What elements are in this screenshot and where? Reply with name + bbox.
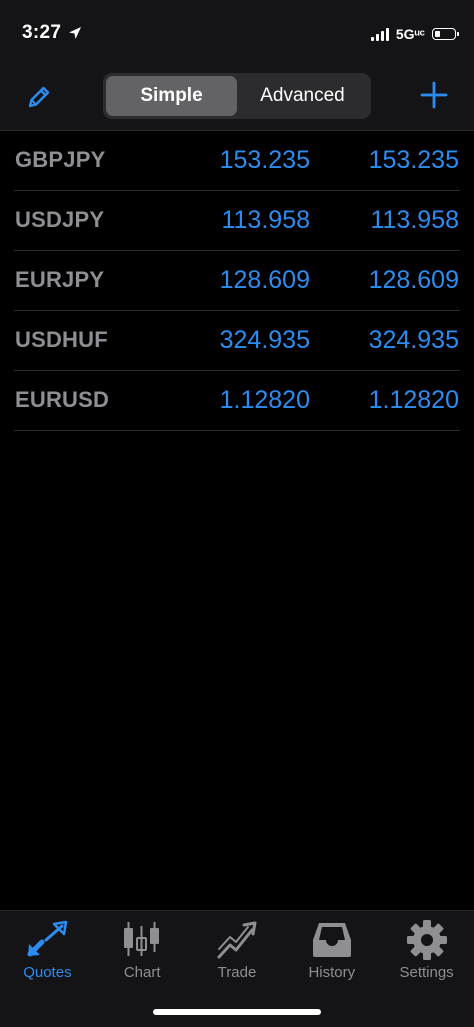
home-indicator bbox=[153, 1009, 321, 1015]
edit-button[interactable] bbox=[22, 80, 56, 114]
tab-label: History bbox=[308, 964, 356, 981]
network-type: 5Gᵘᶜ bbox=[395, 26, 425, 42]
quote-ask: 128.609 bbox=[368, 266, 459, 294]
quote-row-gbpjpy[interactable]: GBPJPY 153.235 153.235 bbox=[14, 131, 460, 191]
status-bar: 3:27 5Gᵘᶜ bbox=[0, 0, 474, 60]
quote-ask: 153.235 bbox=[368, 146, 459, 174]
tab-history[interactable]: History bbox=[284, 919, 379, 981]
tab-label: Quotes bbox=[23, 964, 72, 981]
pencil-icon bbox=[28, 86, 50, 108]
tab-label: Settings bbox=[399, 964, 454, 981]
tab-trade[interactable]: Trade bbox=[190, 919, 285, 981]
tab-quotes[interactable]: Quotes bbox=[0, 919, 95, 981]
segment-simple[interactable]: Simple bbox=[106, 76, 237, 116]
quote-symbol: USDJPY bbox=[15, 207, 105, 232]
status-time-group: 3:27 bbox=[22, 22, 83, 44]
quote-ask: 1.12820 bbox=[368, 386, 459, 414]
quote-ask: 324.935 bbox=[368, 326, 459, 354]
quote-row-usdhuf[interactable]: USDHUF 324.935 324.935 bbox=[14, 311, 460, 371]
quotes-arrows-icon bbox=[25, 919, 69, 961]
segment-advanced[interactable]: Advanced bbox=[237, 76, 368, 116]
candlestick-icon bbox=[120, 919, 164, 961]
tab-bar: Quotes Chart Trade History Settings bbox=[0, 910, 474, 1027]
battery-level bbox=[434, 30, 440, 37]
plus-icon bbox=[420, 81, 448, 109]
nav-bar: Simple Advanced bbox=[0, 60, 474, 131]
quote-bid: 1.12820 bbox=[219, 386, 310, 414]
quotes-list: GBPJPY 153.235 153.235 USDJPY 113.958 11… bbox=[0, 131, 474, 431]
quote-symbol: GBPJPY bbox=[15, 147, 106, 172]
quote-bid: 113.958 bbox=[221, 206, 310, 234]
quote-row-usdjpy[interactable]: USDJPY 113.958 113.958 bbox=[14, 191, 460, 251]
quote-row-eurusd[interactable]: EURUSD 1.12820 1.12820 bbox=[14, 371, 460, 431]
inbox-tray-icon bbox=[310, 919, 354, 961]
tab-label: Trade bbox=[217, 964, 257, 981]
cellular-signal-icon bbox=[370, 27, 389, 41]
quote-symbol: EURUSD bbox=[15, 387, 110, 412]
quote-row-eurjpy[interactable]: EURJPY 128.609 128.609 bbox=[14, 251, 460, 311]
quote-ask: 113.958 bbox=[370, 206, 459, 234]
gear-icon bbox=[405, 919, 449, 961]
status-time: 3:27 bbox=[22, 22, 62, 43]
quote-symbol: USDHUF bbox=[15, 327, 108, 352]
tab-label: Chart bbox=[123, 964, 161, 981]
tab-settings[interactable]: Settings bbox=[379, 919, 474, 981]
tab-chart[interactable]: Chart bbox=[95, 919, 190, 981]
location-arrow-icon bbox=[69, 27, 82, 39]
view-mode-segmented-control: Simple Advanced bbox=[103, 73, 371, 119]
quote-bid: 153.235 bbox=[219, 146, 310, 174]
add-symbol-button[interactable] bbox=[416, 77, 452, 113]
quote-symbol: EURJPY bbox=[15, 267, 105, 292]
battery-icon bbox=[432, 28, 459, 40]
quote-bid: 324.935 bbox=[219, 326, 310, 354]
trend-icon bbox=[215, 919, 259, 961]
quote-bid: 128.609 bbox=[219, 266, 310, 294]
status-indicators: 5Gᵘᶜ bbox=[370, 26, 459, 42]
